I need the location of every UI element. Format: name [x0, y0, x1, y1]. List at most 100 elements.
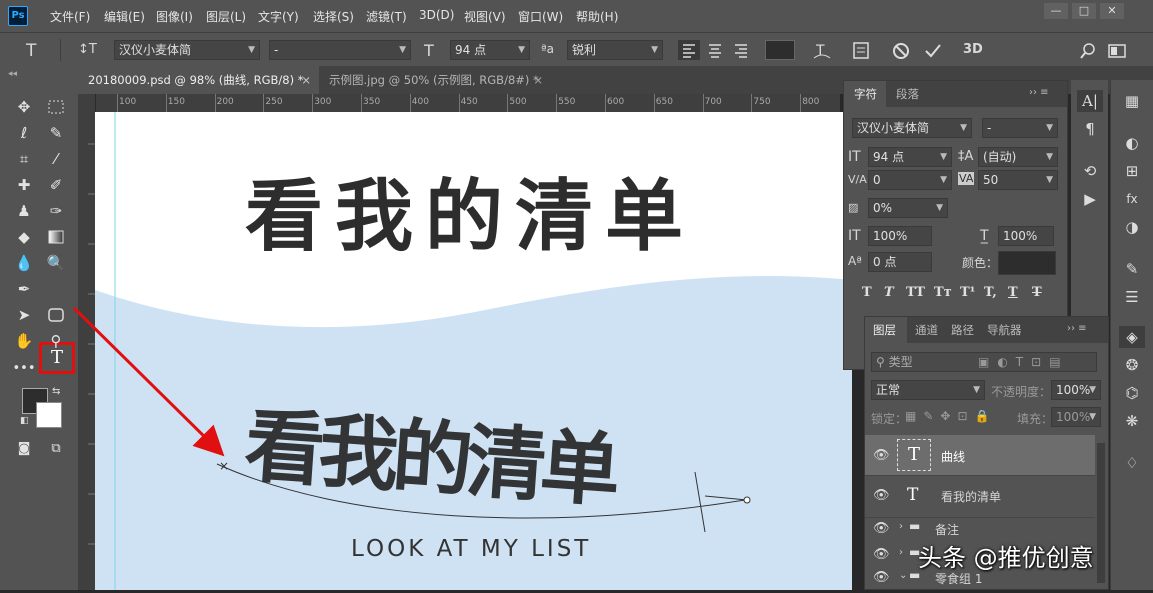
panels-toggle-icon[interactable]	[851, 41, 871, 61]
adjustments-icon[interactable]: ◑	[1119, 216, 1145, 238]
opacity-input[interactable]: 100% ▼	[1051, 380, 1101, 400]
close-tab-icon[interactable]: ×	[301, 66, 311, 94]
eraser-tool-icon[interactable]: ◆	[12, 226, 36, 248]
eyedropper-tool-icon[interactable]: ⁄	[44, 148, 68, 170]
char-font-style-select[interactable]: - ▼	[982, 118, 1058, 138]
layer-name[interactable]: 曲线	[941, 448, 965, 465]
eye-icon[interactable]: 👁	[873, 570, 890, 585]
char-kerning-select[interactable]: 0 ▼	[868, 170, 952, 190]
move-tool-icon[interactable]: ✥	[12, 96, 36, 118]
menu-type[interactable]: 文字(Y)	[258, 8, 299, 25]
panel-menu-icon[interactable]: ›› ≡	[1029, 87, 1049, 98]
subscript-button[interactable]: T,	[984, 285, 997, 300]
menu-filter[interactable]: 滤镜(T)	[366, 8, 407, 25]
menu-view[interactable]: 视图(V)	[464, 8, 506, 25]
layer-row-title[interactable]: 👁 T 看我的清单	[865, 477, 1095, 518]
title-text[interactable]: 看我的清单	[245, 154, 695, 266]
crop-tool-icon[interactable]: ⌗	[12, 148, 36, 170]
font-style-select[interactable]: - ▼	[269, 40, 411, 60]
lasso-tool-icon[interactable]: ℓ	[12, 122, 36, 144]
screen-mode-icon[interactable]: ⧉	[44, 438, 68, 460]
superscript-button[interactable]: T¹	[960, 285, 975, 300]
collapse-arrows-icon[interactable]: ◂◂	[8, 69, 17, 79]
shape-tool-icon[interactable]	[44, 304, 68, 326]
char-color-swatch[interactable]	[998, 251, 1056, 275]
small-caps-button[interactable]: Tт	[934, 285, 952, 300]
document-canvas[interactable]: × 看我的清单 看我的清单 LOOK AT MY LIST	[95, 112, 852, 590]
swatches-icon[interactable]: ⊞	[1119, 160, 1145, 182]
align-left-button[interactable]	[678, 40, 700, 60]
brush-settings-icon[interactable]: ☰	[1119, 286, 1145, 308]
menu-help[interactable]: 帮助(H)	[576, 8, 618, 25]
char-hscale-input[interactable]: 100%	[998, 226, 1054, 246]
maximize-button[interactable]: □	[1072, 3, 1096, 19]
channels-icon[interactable]: ❂	[1119, 354, 1145, 376]
quick-mask-icon[interactable]: ◙	[12, 438, 36, 460]
dodge-tool-icon[interactable]: 🔍	[44, 252, 68, 274]
clone-stamp-icon[interactable]: ♟	[12, 200, 36, 222]
pen-tool-icon[interactable]: ✒	[12, 278, 36, 300]
color-panel-icon[interactable]: ◐	[1119, 132, 1145, 154]
blur-tool-icon[interactable]: 💧	[12, 252, 36, 274]
eye-icon[interactable]: 👁	[873, 488, 890, 503]
close-window-button[interactable]: ✕	[1100, 3, 1124, 19]
char-leading-select[interactable]: (自动) ▼	[978, 147, 1058, 167]
expand-arrow-icon[interactable]: ›	[899, 547, 903, 558]
blend-mode-select[interactable]: 正常 ▼	[871, 380, 985, 400]
gradient-tool-icon[interactable]	[44, 226, 68, 248]
tab-layers[interactable]: 图层	[865, 317, 907, 343]
text-color-swatch[interactable]	[765, 40, 795, 60]
tab-20180009[interactable]: 20180009.psd @ 98% (曲线, RGB/8) * ×	[78, 66, 319, 94]
faux-italic-button[interactable]: T	[884, 285, 894, 300]
history-panel-icon[interactable]: ⟲	[1077, 160, 1103, 182]
navigator-icon[interactable]: ❋	[1119, 410, 1145, 432]
collapse-arrow-icon[interactable]: ⌄	[899, 570, 907, 581]
menu-image[interactable]: 图像(I)	[156, 8, 193, 25]
expand-arrow-icon[interactable]: ›	[899, 521, 903, 532]
menu-window[interactable]: 窗口(W)	[518, 8, 563, 25]
subtitle-text[interactable]: LOOK AT MY LIST	[351, 536, 591, 562]
menu-layer[interactable]: 图层(L)	[206, 8, 246, 25]
default-colors-icon[interactable]: ◧	[20, 416, 29, 426]
commit-check-icon[interactable]	[923, 41, 943, 61]
panel-menu-icon[interactable]: ›› ≡	[1067, 323, 1087, 334]
quick-select-tool-icon[interactable]: ✎	[44, 122, 68, 144]
marquee-tool-icon[interactable]	[44, 96, 68, 118]
layer-name[interactable]: 看我的清单	[941, 488, 1001, 505]
layers-scrollbar[interactable]	[1097, 443, 1105, 583]
actions-play-icon[interactable]: ▶	[1077, 188, 1103, 210]
workspace-icon[interactable]	[1107, 42, 1127, 60]
background-color-swatch[interactable]	[36, 402, 62, 428]
search-icon[interactable]	[1078, 41, 1098, 61]
char-baseline-input[interactable]: 0 点	[868, 252, 932, 272]
anti-alias-select[interactable]: 锐利 ▼	[567, 40, 663, 60]
align-right-button[interactable]	[730, 40, 752, 60]
font-size-select[interactable]: 94 点 ▼	[450, 40, 530, 60]
layer-filter-field[interactable]: ⚲ 类型 ▣◐T⊡▤	[871, 352, 1097, 372]
menu-edit[interactable]: 编辑(E)	[104, 8, 145, 25]
learn-icon[interactable]: ♢	[1119, 452, 1145, 474]
eye-icon[interactable]: 👁	[873, 547, 890, 562]
menu-select[interactable]: 选择(S)	[313, 8, 354, 25]
warp-text-icon[interactable]: T	[812, 39, 832, 61]
tab-channels[interactable]: 通道	[915, 317, 938, 343]
menu-file[interactable]: 文件(F)	[50, 8, 90, 25]
minimize-button[interactable]: —	[1044, 3, 1068, 19]
char-font-family-select[interactable]: 汉仪小麦体简 ▼	[852, 118, 972, 138]
tab-example[interactable]: 示例图.jpg @ 50% (示例图, RGB/8#) * ×	[319, 66, 551, 94]
swap-colors-icon[interactable]: ⇆	[52, 386, 60, 397]
paths-icon[interactable]: ⌬	[1119, 382, 1145, 404]
eye-icon[interactable]: 👁	[873, 521, 890, 536]
zoom-tool-icon[interactable]: ⚲	[44, 330, 68, 352]
tab-character[interactable]: 字符	[844, 81, 886, 107]
align-center-button[interactable]	[704, 40, 726, 60]
history-brush-icon[interactable]: ✑	[44, 200, 68, 222]
font-family-select[interactable]: 汉仪小麦体简 ▼	[114, 40, 260, 60]
fill-input[interactable]: 100% ▼	[1051, 407, 1101, 427]
menu-3d[interactable]: 3D(D)	[419, 8, 454, 22]
eye-icon[interactable]: 👁	[873, 448, 890, 463]
toggle-orientation-icon[interactable]: ↕T	[78, 42, 97, 57]
close-tab-icon[interactable]: ×	[533, 66, 543, 94]
char-vscale-input[interactable]: 100%	[868, 226, 932, 246]
hand-tool-icon[interactable]: ✋	[12, 330, 36, 352]
